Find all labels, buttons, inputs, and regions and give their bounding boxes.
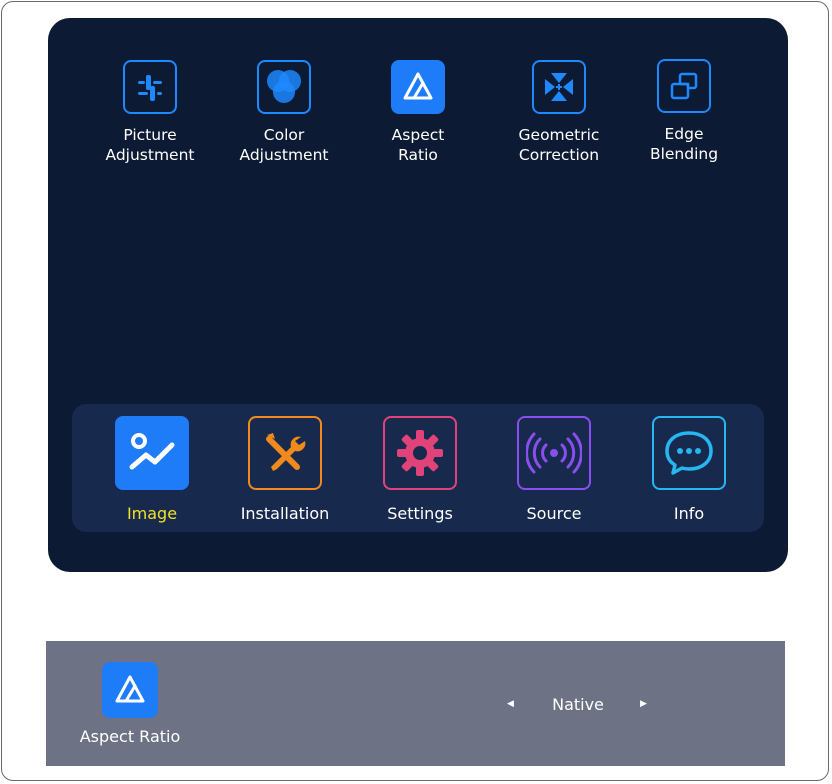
osd-menu: Picture Adjustment Color Adjustment Aspe… <box>48 18 788 572</box>
geometric-correction-icon <box>532 60 586 114</box>
aspect-ratio-icon <box>391 60 445 114</box>
tab-installation[interactable]: Installation <box>217 416 353 524</box>
image-icon <box>115 416 189 490</box>
status-bar: Aspect Ratio ◀ Native ▶ <box>46 641 785 766</box>
signal-icon <box>517 416 591 490</box>
sliders-icon <box>123 60 177 114</box>
tools-icon <box>248 416 322 490</box>
aspect-ratio-icon <box>102 662 158 718</box>
submenu-label: Geometric Correction <box>518 126 600 164</box>
submenu-item-aspect-ratio[interactable]: Aspect Ratio <box>353 60 483 165</box>
tab-image[interactable]: Image <box>84 416 220 524</box>
tab-info[interactable]: Info <box>621 416 757 524</box>
submenu-label: Picture Adjustment <box>105 126 195 164</box>
status-setting-value: Native <box>552 695 604 714</box>
tab-label: Installation <box>240 504 330 523</box>
submenu-item-edge-blending[interactable]: Edge Blending <box>619 59 749 164</box>
tab-label: Source <box>526 504 582 523</box>
chat-bubble-icon <box>652 416 726 490</box>
previous-value-arrow[interactable]: ◀ <box>507 698 514 710</box>
submenu-label: Edge Blending <box>649 125 719 163</box>
next-value-arrow[interactable]: ▶ <box>640 698 647 710</box>
tab-label: Image <box>126 504 178 523</box>
gear-icon <box>383 416 457 490</box>
submenu-item-picture-adjustment[interactable]: Picture Adjustment <box>85 60 215 165</box>
tab-settings[interactable]: Settings <box>352 416 488 524</box>
edge-blending-icon <box>657 59 711 113</box>
submenu-item-color-adjustment[interactable]: Color Adjustment <box>219 60 349 165</box>
color-circles-icon <box>257 60 311 114</box>
submenu-label: Color Adjustment <box>239 126 329 164</box>
tab-label: Info <box>673 504 705 523</box>
main-tab-bar: Image Installation Settings Source Info <box>72 404 764 532</box>
submenu-label: Aspect Ratio <box>391 126 445 164</box>
tab-label: Settings <box>387 504 453 523</box>
submenu-item-geometric-correction[interactable]: Geometric Correction <box>494 60 624 165</box>
status-setting-label: Aspect Ratio <box>79 727 181 746</box>
tab-source[interactable]: Source <box>486 416 622 524</box>
